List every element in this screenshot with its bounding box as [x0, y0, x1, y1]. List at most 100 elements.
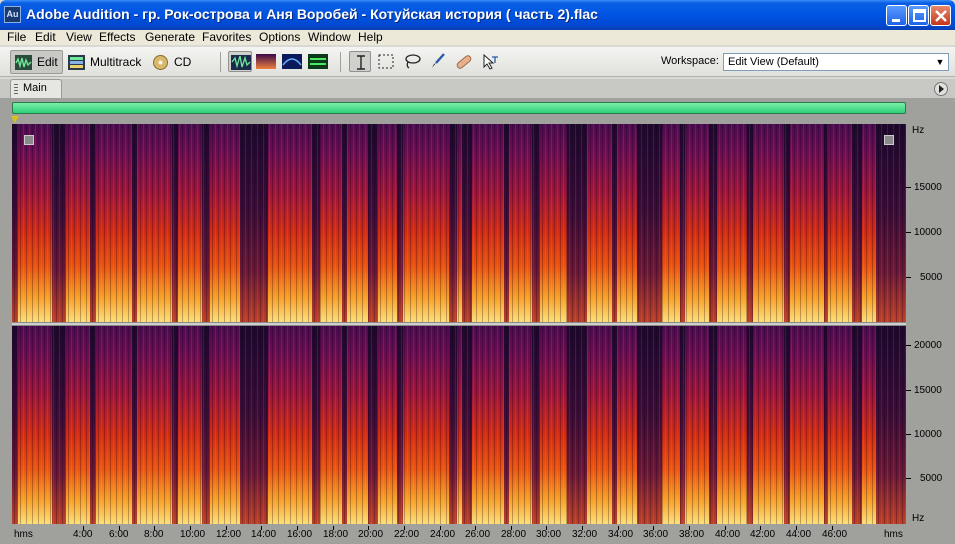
menu-options[interactable]: Options — [259, 30, 300, 45]
spectral-pan-icon — [282, 54, 302, 69]
time-tick-label: 22:00 — [394, 529, 420, 540]
spectral-frequency-icon — [256, 54, 276, 69]
frequency-scale: Hz 15000 10000 5000 20000 15000 10000 50… — [906, 123, 955, 526]
spectral-pan-button[interactable] — [280, 51, 304, 72]
zoom-handle-left[interactable] — [24, 135, 34, 145]
scale-tick — [906, 390, 911, 391]
time-tick-label: 14:00 — [251, 529, 277, 540]
tab-main-label: Main — [23, 82, 47, 94]
multitrack-icon — [68, 54, 85, 70]
panel-header: Main — [0, 79, 955, 98]
scale-label: 10000 — [914, 429, 942, 440]
minimize-button[interactable] — [886, 5, 907, 26]
waveform-view-button[interactable] — [228, 51, 252, 72]
marquee-selection-icon — [378, 54, 394, 69]
time-tick-label: 30:00 — [536, 529, 562, 540]
time-tick-label: 20:00 — [358, 529, 384, 540]
workspace-label: Workspace: — [661, 55, 719, 67]
multitrack-view-button[interactable]: Multitrack — [64, 50, 145, 74]
toolbar-separator — [340, 52, 341, 72]
time-tick-label: 16:00 — [287, 529, 313, 540]
cd-view-button[interactable]: CD — [148, 50, 195, 74]
brush-tool-icon — [432, 53, 445, 68]
menu-view[interactable]: View — [66, 30, 92, 45]
hz-label: Hz — [912, 513, 925, 524]
close-button[interactable] — [930, 5, 951, 26]
scale-label: 5000 — [920, 272, 943, 283]
time-tick-label: 6:00 — [109, 529, 129, 540]
spectral-texture — [12, 326, 906, 524]
waveform-edit-icon — [15, 54, 32, 70]
time-selection-tool[interactable] — [349, 51, 371, 72]
scale-tick — [906, 232, 911, 233]
hz-label: Hz — [912, 125, 925, 136]
time-tick-label: 8:00 — [144, 529, 164, 540]
panel-menu-button[interactable] — [934, 82, 948, 96]
menu-file[interactable]: File — [7, 30, 26, 45]
time-tick-label: 24:00 — [430, 529, 456, 540]
time-tick-label: 40:00 — [715, 529, 741, 540]
tab-main[interactable]: Main — [10, 79, 62, 98]
menu-bar: File Edit View Effects Generate Favorite… — [0, 30, 955, 45]
overview-bar[interactable] — [12, 102, 906, 114]
cd-icon — [153, 54, 168, 70]
window-title: Adobe Audition - гр. Рок-острова и Аня В… — [26, 6, 598, 22]
time-selection-icon — [357, 55, 365, 70]
maximize-icon — [913, 9, 926, 22]
time-unit-label-end: hms — [884, 529, 903, 540]
spectrogram-channel-2[interactable] — [12, 326, 906, 524]
hybrid-tool[interactable] — [479, 51, 501, 72]
scale-label: 20000 — [914, 340, 942, 351]
scale-tick — [906, 345, 911, 346]
brush-tool[interactable] — [427, 51, 449, 72]
cd-view-label: CD — [174, 55, 192, 69]
multitrack-view-label: Multitrack — [90, 55, 142, 69]
spectrogram-channel-1[interactable] — [12, 124, 906, 322]
scale-tick — [906, 277, 911, 278]
edit-view-label: Edit — [37, 55, 58, 69]
title-bar[interactable]: Au Adobe Audition - гр. Рок-острова и Ан… — [0, 0, 955, 30]
time-tick-label: 42:00 — [750, 529, 776, 540]
menu-favorites[interactable]: Favorites — [202, 30, 251, 45]
menu-window[interactable]: Window — [308, 30, 351, 45]
spectral-phase-icon — [308, 54, 328, 69]
menu-generate[interactable]: Generate — [145, 30, 195, 45]
minimize-icon — [892, 19, 900, 22]
scale-label: 10000 — [914, 227, 942, 238]
spectral-texture — [12, 124, 906, 322]
menu-help[interactable]: Help — [358, 30, 383, 45]
time-tick-label: 44:00 — [786, 529, 812, 540]
spot-healing-icon — [456, 55, 472, 69]
lasso-selection-tool[interactable] — [401, 51, 423, 72]
spectral-frequency-button[interactable] — [254, 51, 278, 72]
time-tick-label: 34:00 — [608, 529, 634, 540]
edit-view-button[interactable]: Edit — [10, 50, 63, 74]
scale-tick — [906, 434, 911, 435]
maximize-button[interactable] — [908, 5, 929, 26]
hybrid-tool-icon — [483, 53, 498, 70]
grip-icon — [14, 84, 18, 94]
waveform-view-icon — [231, 55, 251, 70]
scale-label: 5000 — [920, 473, 943, 484]
menu-effects[interactable]: Effects — [99, 30, 135, 45]
zoom-handle-right[interactable] — [884, 135, 894, 145]
spot-healing-tool[interactable] — [453, 51, 475, 72]
scale-label: 15000 — [914, 385, 942, 396]
scale-tick — [906, 478, 911, 479]
workspace-value: Edit View (Default) — [728, 56, 819, 68]
close-icon — [935, 10, 947, 22]
chevron-down-icon[interactable]: ▼ — [932, 54, 948, 70]
time-ruler[interactable]: hms hms 4:00 6:00 8:00 10:00 12:00 14:00 16:00… — [0, 526, 955, 544]
time-tick-label: 38:00 — [679, 529, 705, 540]
marquee-selection-tool[interactable] — [375, 51, 397, 72]
time-tick-label: 18:00 — [323, 529, 349, 540]
time-tick-label: 12:00 — [216, 529, 242, 540]
playhead-marker[interactable] — [11, 116, 19, 123]
app-icon: Au — [4, 6, 21, 23]
time-tick-label: 46:00 — [822, 529, 848, 540]
time-tick-label: 10:00 — [180, 529, 206, 540]
workspace-select[interactable]: Edit View (Default) ▼ — [723, 53, 949, 71]
lasso-selection-icon — [405, 54, 421, 69]
spectral-phase-button[interactable] — [306, 51, 330, 72]
menu-edit[interactable]: Edit — [35, 30, 56, 45]
